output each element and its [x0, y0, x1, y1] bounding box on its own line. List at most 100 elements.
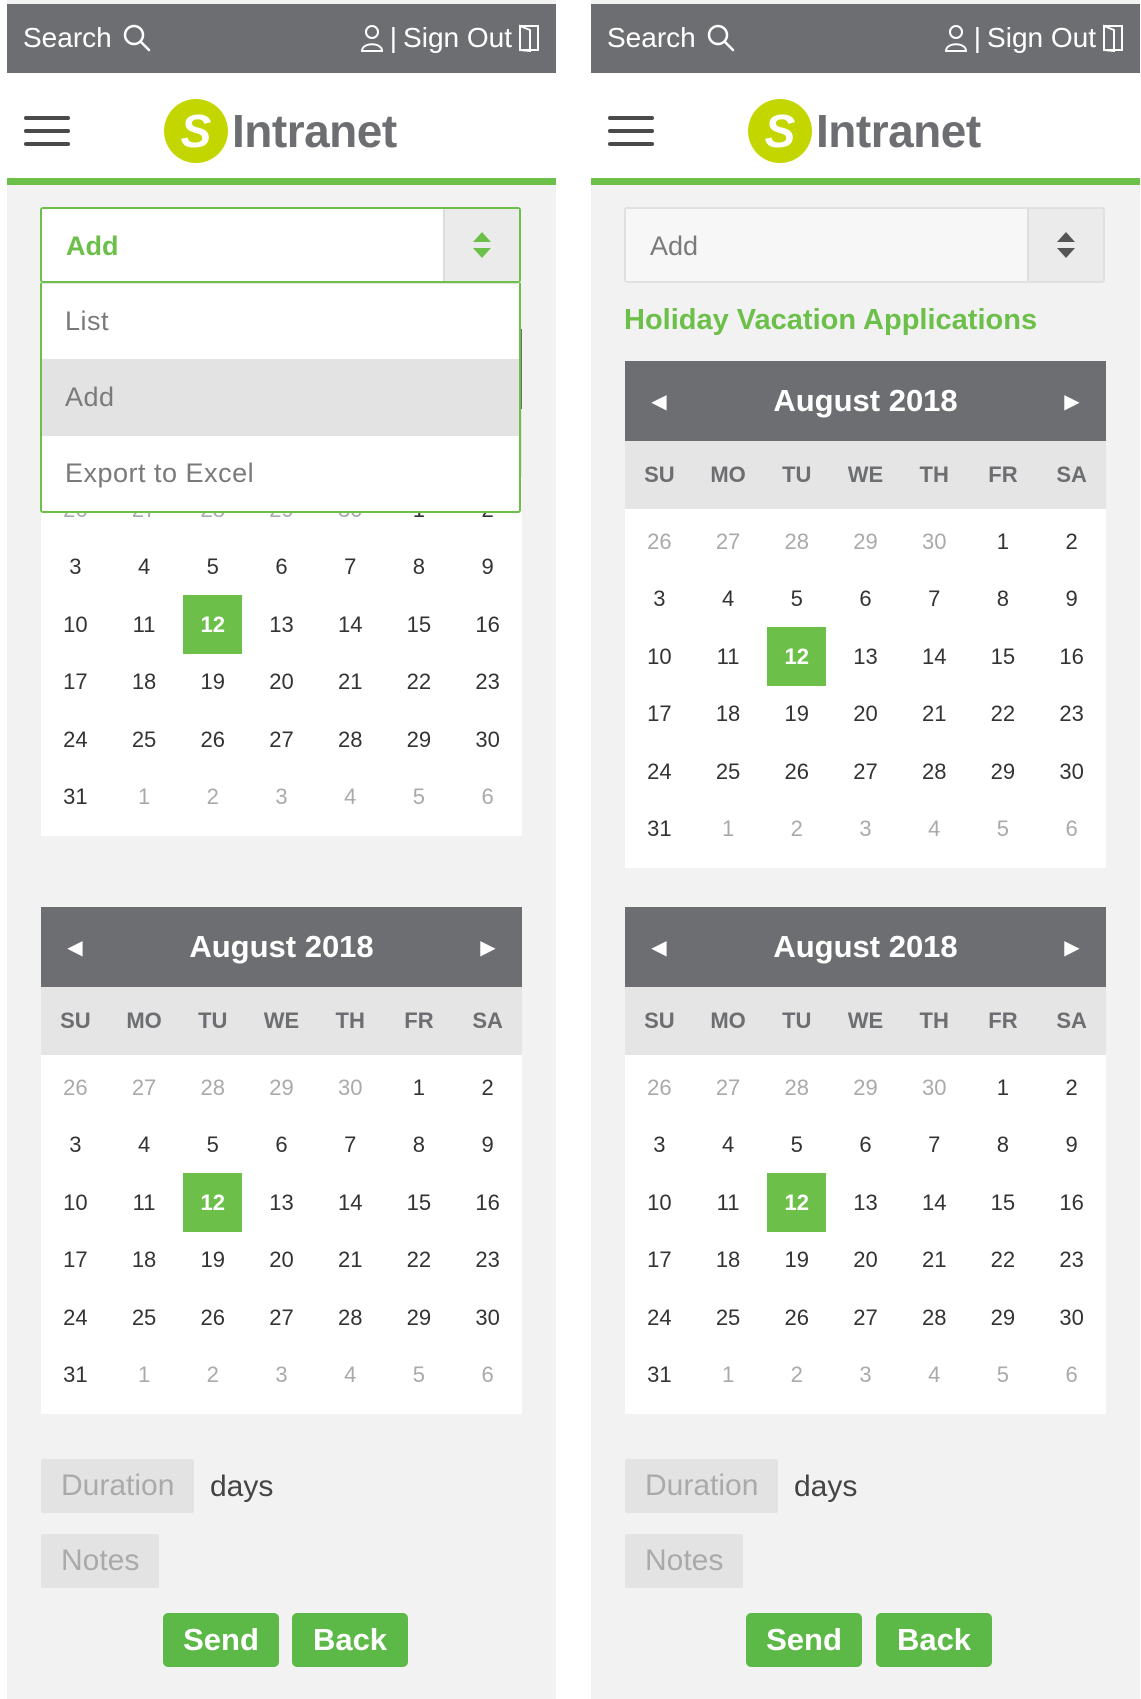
- calendar-day[interactable]: 28: [178, 1059, 247, 1117]
- calendar-day-selected[interactable]: 12: [762, 1173, 831, 1233]
- calendar-day[interactable]: 4: [694, 571, 763, 629]
- calendar-day[interactable]: 5: [762, 1117, 831, 1175]
- calendar-day[interactable]: 19: [178, 1232, 247, 1290]
- calendar-day[interactable]: 22: [969, 1232, 1038, 1290]
- calendar-day[interactable]: 15: [969, 628, 1038, 686]
- calendar-day[interactable]: 19: [762, 1232, 831, 1290]
- calendar-day[interactable]: 27: [694, 1059, 763, 1117]
- calendar-day[interactable]: 4: [900, 1347, 969, 1405]
- calendar-day-selected[interactable]: 12: [178, 595, 247, 655]
- calendar-day[interactable]: 13: [831, 1174, 900, 1232]
- calendar-day[interactable]: 21: [900, 1232, 969, 1290]
- calendar-day[interactable]: 15: [969, 1174, 1038, 1232]
- calendar-day[interactable]: 11: [694, 1174, 763, 1232]
- up-down-arrows-icon[interactable]: [443, 209, 519, 281]
- calendar-day[interactable]: 2: [762, 1347, 831, 1405]
- calendar-day[interactable]: 3: [247, 1347, 316, 1405]
- calendar-day[interactable]: 14: [316, 596, 385, 654]
- calendar-day[interactable]: 17: [41, 1232, 110, 1290]
- calendar-day[interactable]: 15: [385, 596, 454, 654]
- calendar-day[interactable]: 7: [900, 571, 969, 629]
- calendar-day[interactable]: 13: [247, 596, 316, 654]
- calendar-day[interactable]: 3: [41, 539, 110, 597]
- calendar-day[interactable]: 1: [110, 769, 179, 827]
- calendar-day[interactable]: 29: [831, 1059, 900, 1117]
- notes-field[interactable]: Notes: [625, 1534, 744, 1588]
- calendar-day[interactable]: 6: [247, 1117, 316, 1175]
- calendar-day[interactable]: 3: [625, 1117, 694, 1175]
- calendar-day[interactable]: 6: [453, 1347, 522, 1405]
- calendar-day[interactable]: 30: [1037, 1289, 1106, 1347]
- calendar-day[interactable]: 28: [762, 1059, 831, 1117]
- calendar-day[interactable]: 5: [762, 571, 831, 629]
- calendar-day[interactable]: 26: [625, 513, 694, 571]
- calendar-day[interactable]: 7: [316, 539, 385, 597]
- calendar-day[interactable]: 9: [453, 539, 522, 597]
- calendar-day[interactable]: 11: [110, 1174, 179, 1232]
- calendar-day[interactable]: 14: [900, 628, 969, 686]
- duration-field[interactable]: Duration: [41, 1459, 195, 1513]
- calendar-day[interactable]: 4: [316, 1347, 385, 1405]
- calendar-day[interactable]: 28: [900, 1289, 969, 1347]
- calendar-day[interactable]: 9: [1037, 1117, 1106, 1175]
- calendar-day[interactable]: 7: [316, 1117, 385, 1175]
- calendar-day[interactable]: 27: [831, 743, 900, 801]
- hamburger-menu-icon[interactable]: [24, 116, 70, 148]
- calendar-day[interactable]: 22: [385, 1232, 454, 1290]
- calendar-day[interactable]: 28: [900, 743, 969, 801]
- calendar-day[interactable]: 7: [900, 1117, 969, 1175]
- calendar-day[interactable]: 27: [694, 513, 763, 571]
- calendar-day[interactable]: 29: [385, 711, 454, 769]
- calendar-day[interactable]: 18: [694, 1232, 763, 1290]
- calendar-day[interactable]: 2: [178, 1347, 247, 1405]
- calendar-day[interactable]: 25: [694, 743, 763, 801]
- calendar-day[interactable]: 26: [762, 743, 831, 801]
- calendar-day[interactable]: 16: [453, 1174, 522, 1232]
- calendar-day[interactable]: 4: [110, 1117, 179, 1175]
- calendar-day[interactable]: 20: [831, 1232, 900, 1290]
- calendar-day[interactable]: 18: [110, 1232, 179, 1290]
- calendar-day[interactable]: 23: [453, 1232, 522, 1290]
- calendar-day[interactable]: 17: [625, 1232, 694, 1290]
- calendar-day[interactable]: 24: [625, 1289, 694, 1347]
- calendar-day[interactable]: 21: [316, 1232, 385, 1290]
- calendar-day[interactable]: 30: [316, 1059, 385, 1117]
- calendar-day-selected[interactable]: 12: [762, 627, 831, 687]
- hamburger-menu-icon[interactable]: [608, 116, 654, 148]
- calendar-day[interactable]: 27: [110, 1059, 179, 1117]
- calendar-day[interactable]: 28: [316, 711, 385, 769]
- calendar-day[interactable]: 2: [1037, 1059, 1106, 1117]
- calendar-day[interactable]: 1: [385, 1059, 454, 1117]
- calendar-day[interactable]: 28: [762, 513, 831, 571]
- calendar-day[interactable]: 27: [247, 1289, 316, 1347]
- calendar-day[interactable]: 10: [41, 1174, 110, 1232]
- calendar-day[interactable]: 5: [385, 769, 454, 827]
- calendar-day[interactable]: 14: [900, 1174, 969, 1232]
- duration-field[interactable]: Duration: [625, 1459, 779, 1513]
- calendar-day[interactable]: 1: [694, 801, 763, 859]
- calendar-day[interactable]: 2: [1037, 513, 1106, 571]
- calendar-day[interactable]: 30: [453, 711, 522, 769]
- calendar-day[interactable]: 26: [625, 1059, 694, 1117]
- calendar-day[interactable]: 20: [247, 654, 316, 712]
- calendar-day[interactable]: 10: [625, 1174, 694, 1232]
- calendar-day[interactable]: 3: [625, 571, 694, 629]
- calendar-day[interactable]: 31: [625, 801, 694, 859]
- door-exit-icon[interactable]: [518, 24, 540, 52]
- calendar-day[interactable]: 5: [969, 1347, 1038, 1405]
- calendar-day[interactable]: 25: [694, 1289, 763, 1347]
- calendar-day[interactable]: 1: [969, 1059, 1038, 1117]
- calendar-day[interactable]: 3: [831, 1347, 900, 1405]
- user-icon[interactable]: [944, 24, 968, 52]
- door-exit-icon[interactable]: [1102, 24, 1124, 52]
- sign-out-link[interactable]: Sign Out: [987, 22, 1096, 54]
- calendar-day[interactable]: 30: [453, 1289, 522, 1347]
- calendar-day[interactable]: 5: [969, 801, 1038, 859]
- select-option[interactable]: Add: [42, 359, 519, 435]
- calendar-day[interactable]: 17: [625, 686, 694, 744]
- calendar-day[interactable]: 3: [831, 801, 900, 859]
- calendar-day[interactable]: 4: [694, 1117, 763, 1175]
- search-button[interactable]: Search: [23, 22, 152, 54]
- calendar-day[interactable]: 1: [694, 1347, 763, 1405]
- calendar-day[interactable]: 15: [385, 1174, 454, 1232]
